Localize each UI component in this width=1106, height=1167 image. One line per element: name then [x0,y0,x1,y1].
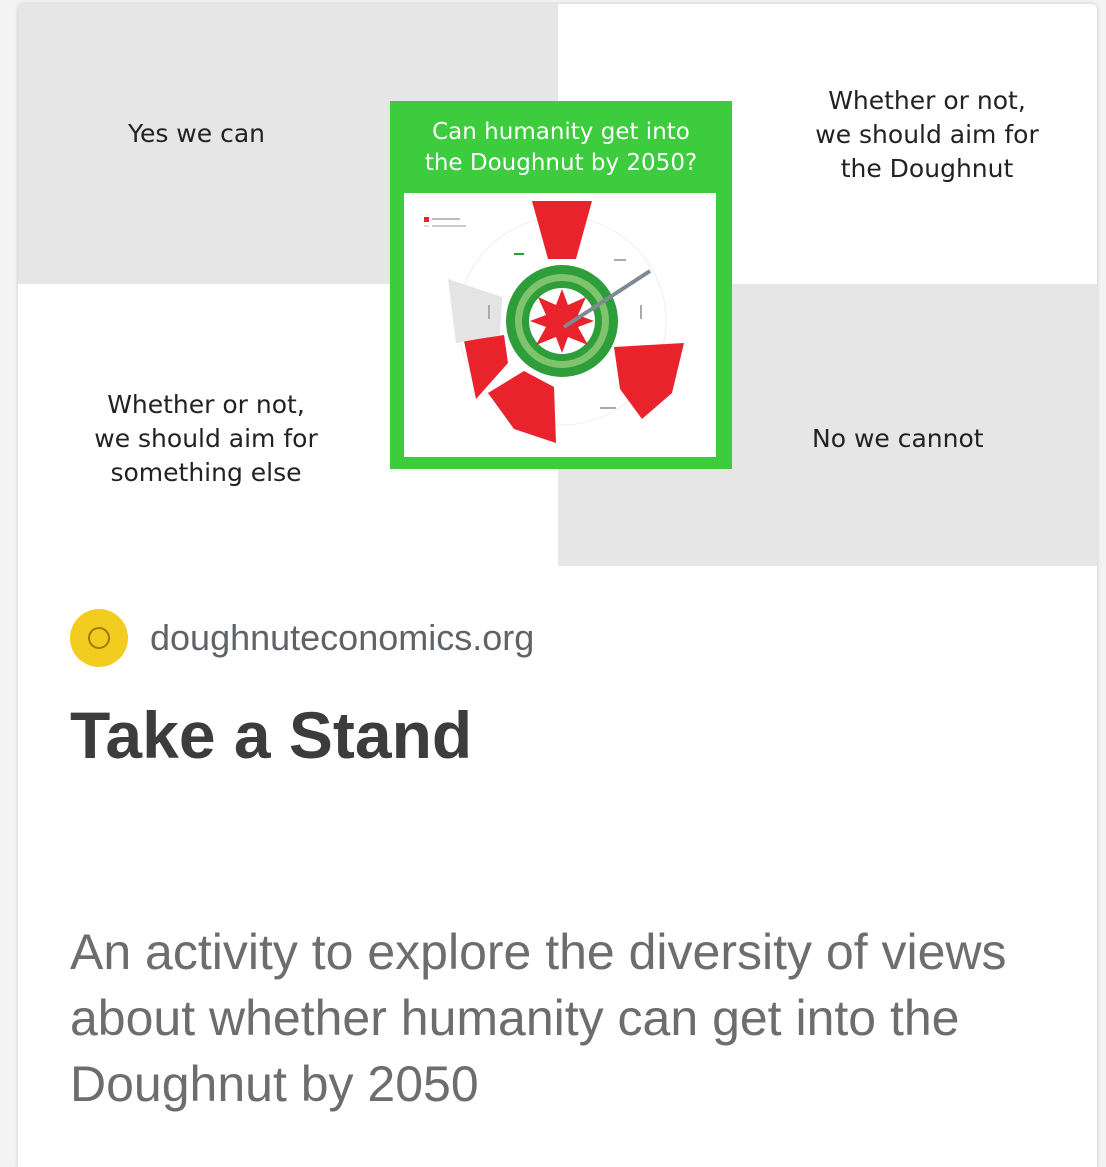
diagram-label [600,407,616,409]
poster-title: Can humanity get into the Doughnut by 20… [424,119,698,176]
source-domain[interactable]: doughnuteconomics.org [150,617,534,659]
overshoot-wedge [532,201,592,259]
diagram-label [640,305,642,319]
overshoot-wedge [614,343,684,419]
diagram-label [488,305,490,319]
overshoot-wedge [488,371,556,443]
legend-swatch-shortfall [424,225,429,227]
legend-swatch-overshoot [424,217,429,222]
link-preview-card[interactable]: Yes we can Whether or not, we should aim… [18,4,1097,1167]
doughnut-diagram [404,193,716,457]
link-title[interactable]: Take a Stand [70,694,472,776]
quadrant-label-bottom-left: Whether or not, we should aim for someth… [94,390,318,487]
quadrant-label-top-left: Yes we can [128,119,265,148]
source-row[interactable]: doughnuteconomics.org [70,608,534,668]
legend-text-line [432,225,466,227]
preview-image: Yes we can Whether or not, we should aim… [18,4,1097,566]
quadrant-label-bottom-right: No we cannot [812,424,984,453]
doughnut-diagram-graphic [424,201,684,443]
diagram-label [514,253,524,255]
site-favicon-icon [70,609,128,667]
boundary-wedge [448,279,502,343]
legend-text-line [432,218,460,220]
shortfall-shape [530,289,594,353]
diagram-label [614,259,626,261]
quadrant-label-top-right: Whether or not, we should aim for the Do… [815,86,1039,183]
link-description: An activity to explore the diversity of … [70,924,1007,1112]
doughnut-poster: Can humanity get into the Doughnut by 20… [390,101,732,469]
